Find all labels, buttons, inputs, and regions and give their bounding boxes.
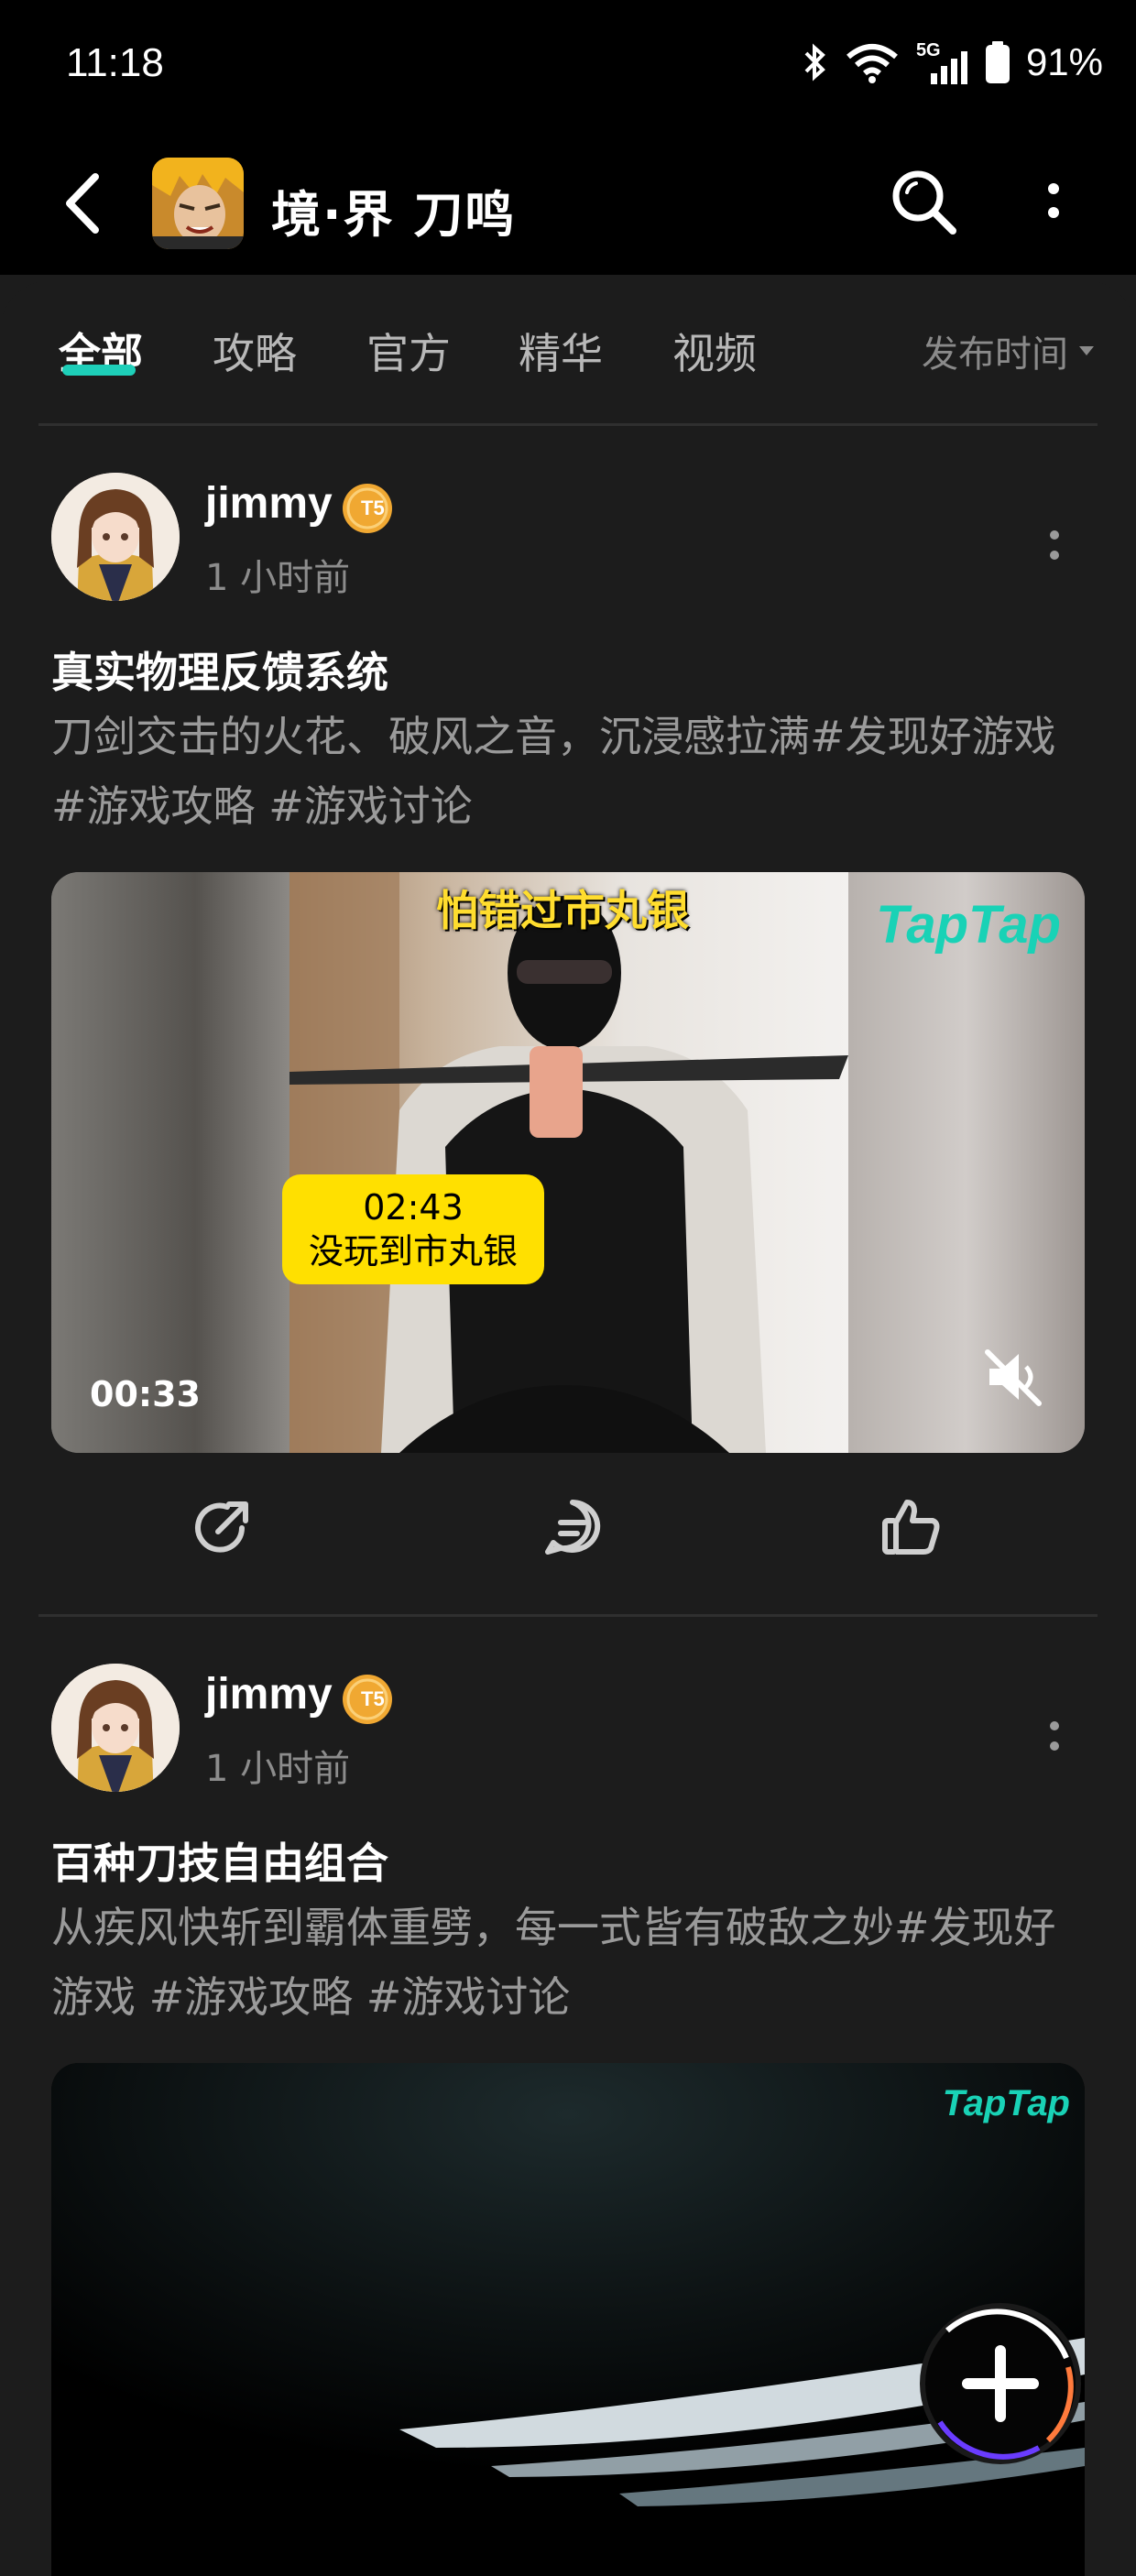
post-title[interactable]: 百种刀技自由组合 [51, 1830, 388, 1891]
post-time: 1 小时前 [205, 557, 351, 599]
like-icon[interactable] [879, 1495, 944, 1559]
cellular-5g-icon: 5G [916, 40, 969, 84]
back-button[interactable] [55, 167, 110, 240]
top-app-bar: 境·界 刀鸣 [0, 137, 1136, 275]
video-frame [289, 872, 848, 1453]
post-more-icon[interactable] [1041, 518, 1068, 573]
plus-icon [962, 2345, 1039, 2422]
sort-dropdown[interactable]: 发布时间 [922, 324, 1096, 377]
game-title: 境·界 刀鸣 [271, 186, 517, 244]
more-vertical-icon [1048, 183, 1059, 218]
post-body[interactable]: 从疾风快斩到霸体重劈，每一式皆有破敌之妙#发现好游戏 #游戏攻略 #游戏讨论 [51, 1893, 1087, 2032]
battery-icon [985, 41, 1010, 83]
video-blur-right [847, 872, 1085, 1453]
content-panel: 全部 攻略 官方 精华 视频 发布时间 jimmy T5 1 小时前 真实物理反… [0, 280, 1136, 2576]
status-bar: 11:18 5G 91% [0, 0, 1136, 137]
search-button[interactable] [887, 165, 960, 238]
avatar[interactable] [51, 473, 180, 601]
post-divider [38, 1614, 1098, 1617]
video-player[interactable]: 怕错过市丸银 TapTap 02:43 没玩到市丸银 00:33 [51, 872, 1085, 1453]
tab-guides[interactable]: 攻略 [213, 321, 297, 381]
username[interactable]: jimmy [205, 478, 333, 529]
video-blur-left [51, 872, 291, 1453]
username[interactable]: jimmy [205, 1669, 333, 1719]
post-card[interactable]: jimmy T5 1 小时前 真实物理反馈系统 刀剑交击的火花、破风之音，沉浸感… [0, 473, 1136, 1599]
post-more-icon[interactable] [1041, 1709, 1068, 1764]
battery-percent: 91% [1025, 40, 1103, 83]
bluetooth-icon [804, 43, 825, 82]
status-icons: 5G 91% [803, 37, 1103, 88]
taptap-watermark: TapTap [876, 895, 1061, 955]
wifi-icon [847, 44, 898, 83]
mute-icon[interactable] [982, 1345, 1046, 1409]
tab-official[interactable]: 官方 [366, 321, 451, 381]
post-title[interactable]: 真实物理反馈系统 [51, 639, 388, 700]
video-caption: 怕错过市丸银 [436, 886, 689, 935]
status-time: 11:18 [66, 40, 164, 85]
back-arrow-icon [66, 173, 99, 234]
post-actions [0, 1471, 1136, 1581]
tabs-divider [38, 423, 1098, 426]
overlay-badge-text: 没玩到市丸银 [308, 1231, 518, 1272]
active-tab-indicator [62, 365, 136, 376]
sort-label: 发布时间 [922, 333, 1068, 376]
video-overlay-badge: 02:43 没玩到市丸银 [282, 1174, 544, 1284]
header-more-button[interactable] [1035, 165, 1072, 238]
overlay-badge-time: 02:43 [363, 1187, 464, 1228]
taptap-watermark: TapTap [942, 2083, 1070, 2123]
tab-bar: 全部 攻略 官方 精华 视频 发布时间 [0, 280, 1136, 425]
create-post-fab[interactable] [925, 2309, 1076, 2460]
game-icon[interactable] [152, 158, 244, 249]
share-icon[interactable] [191, 1495, 255, 1559]
post-body[interactable]: 刀剑交击的火花、破风之音，沉浸感拉满#发现好游戏 #游戏攻略 #游戏讨论 [51, 702, 1087, 841]
tab-featured[interactable]: 精华 [519, 321, 603, 381]
comment-icon[interactable] [541, 1495, 605, 1559]
avatar[interactable] [51, 1664, 180, 1792]
tab-videos[interactable]: 视频 [672, 321, 757, 381]
level-badge-icon: T5 [343, 1675, 392, 1724]
badge-text: T5 [361, 1687, 385, 1710]
level-badge-icon: T5 [343, 484, 392, 533]
video-duration: 00:33 [90, 1374, 201, 1414]
dropdown-caret-icon [1079, 346, 1094, 355]
search-icon [892, 170, 956, 235]
badge-text: T5 [361, 497, 385, 519]
post-time: 1 小时前 [205, 1748, 351, 1790]
